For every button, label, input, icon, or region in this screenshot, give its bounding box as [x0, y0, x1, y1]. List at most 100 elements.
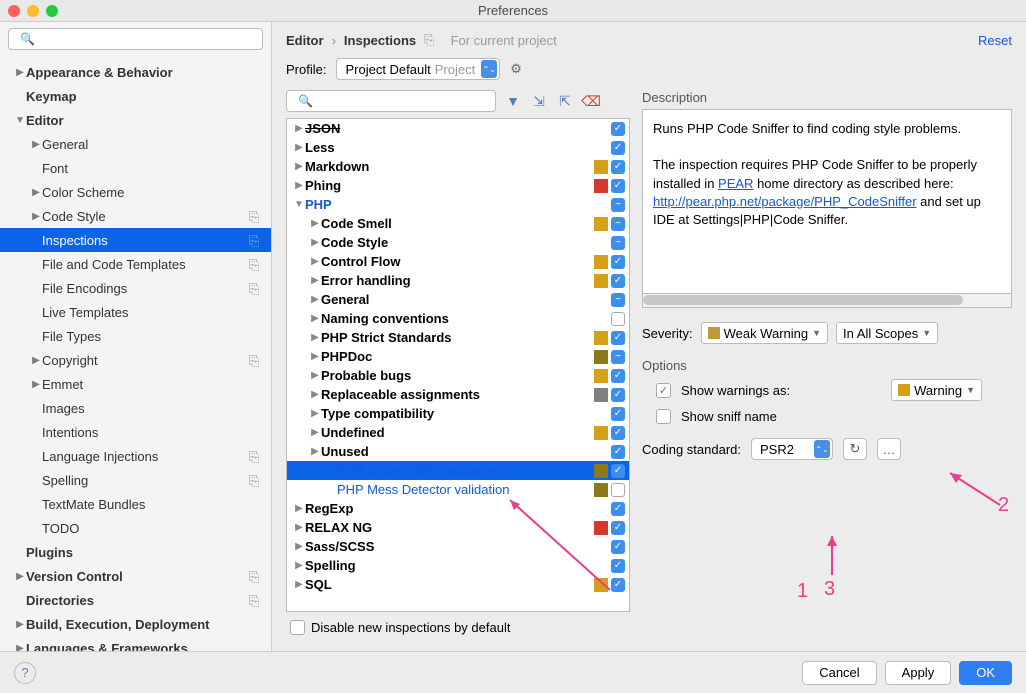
sidebar-item[interactable]: File Encodings⎘	[0, 276, 271, 300]
inspection-checkbox[interactable]: ✓	[611, 369, 625, 383]
sidebar-item[interactable]: ▶Copyright⎘	[0, 348, 271, 372]
profile-select[interactable]: Project Default Project ⌃⌄	[336, 58, 500, 80]
description-scrollbar[interactable]	[642, 294, 1012, 308]
sidebar-item[interactable]: ▼Editor	[0, 108, 271, 132]
inspection-row[interactable]: ▶RegExp✓	[287, 499, 629, 518]
apply-button[interactable]: Apply	[885, 661, 952, 685]
codesniffer-link[interactable]: http://pear.php.net/package/PHP_CodeSnif…	[653, 194, 917, 209]
inspection-checkbox[interactable]: ✓	[611, 274, 625, 288]
inspection-checkbox[interactable]: ✓	[611, 559, 625, 573]
inspection-row[interactable]: ▶Type compatibility✓	[287, 404, 629, 423]
sidebar-item[interactable]: Language Injections⎘	[0, 444, 271, 468]
inspection-row[interactable]: PHP Code Sniffer validation✓	[287, 461, 629, 480]
sidebar-item[interactable]: Keymap	[0, 84, 271, 108]
sidebar-item[interactable]: ▶General	[0, 132, 271, 156]
inspection-checkbox[interactable]: −	[611, 293, 625, 307]
refresh-button[interactable]: ↻	[843, 438, 867, 460]
show-sniff-checkbox[interactable]	[656, 409, 671, 424]
close-window-button[interactable]	[8, 5, 20, 17]
reset-link[interactable]: Reset	[978, 33, 1012, 48]
sidebar-item[interactable]: ▶Emmet	[0, 372, 271, 396]
inspection-row[interactable]: PHP Mess Detector validation	[287, 480, 629, 499]
warning-level-select[interactable]: Warning ▼	[891, 379, 982, 401]
inspection-row[interactable]: ▶Error handling✓	[287, 271, 629, 290]
sidebar-tree[interactable]: ▶Appearance & BehaviorKeymap▼Editor▶Gene…	[0, 56, 271, 651]
inspection-row[interactable]: ▶Phing✓	[287, 176, 629, 195]
sidebar-item[interactable]: TextMate Bundles	[0, 492, 271, 516]
inspection-checkbox[interactable]: ✓	[611, 122, 625, 136]
disable-new-checkbox[interactable]	[290, 620, 305, 635]
collapse-all-icon[interactable]: ⇱	[556, 92, 574, 110]
inspection-row[interactable]: ▶Naming conventions	[287, 309, 629, 328]
inspection-row[interactable]: ▶Markdown✓	[287, 157, 629, 176]
sidebar-search-input[interactable]	[8, 28, 263, 50]
inspection-checkbox[interactable]: −	[611, 236, 625, 250]
inspection-row[interactable]: ▶Probable bugs✓	[287, 366, 629, 385]
sidebar-item[interactable]: ▶Build, Execution, Deployment	[0, 612, 271, 636]
inspection-row[interactable]: ▶Control Flow✓	[287, 252, 629, 271]
sidebar-item[interactable]: Images	[0, 396, 271, 420]
inspection-row[interactable]: ▶Spelling✓	[287, 556, 629, 575]
inspection-checkbox[interactable]: ✓	[611, 445, 625, 459]
sidebar-item[interactable]: Live Templates	[0, 300, 271, 324]
inspection-checkbox[interactable]: ✓	[611, 179, 625, 193]
inspection-checkbox[interactable]: ✓	[611, 502, 625, 516]
sidebar-item[interactable]: File and Code Templates⎘	[0, 252, 271, 276]
sidebar-item[interactable]: ▶Version Control⎘	[0, 564, 271, 588]
breadcrumb-root[interactable]: Editor	[286, 33, 324, 48]
inspection-row[interactable]: ▶PHP Strict Standards✓	[287, 328, 629, 347]
coding-standard-select[interactable]: PSR2 ⌃⌄	[751, 438, 833, 460]
sidebar-item[interactable]: ▶Color Scheme	[0, 180, 271, 204]
inspection-tree[interactable]: ▶JSON✓▶Less✓▶Markdown✓▶Phing✓▼PHP−▶Code …	[286, 118, 630, 612]
zoom-window-button[interactable]	[46, 5, 58, 17]
inspection-search-input[interactable]	[286, 90, 496, 112]
help-button[interactable]: ?	[14, 662, 36, 684]
severity-select[interactable]: Weak Warning ▼	[701, 322, 828, 344]
sidebar-item[interactable]: File Types	[0, 324, 271, 348]
sidebar-item[interactable]: Spelling⎘	[0, 468, 271, 492]
inspection-checkbox[interactable]: ✓	[611, 141, 625, 155]
sidebar-item[interactable]: Directories⎘	[0, 588, 271, 612]
expand-all-icon[interactable]: ⇲	[530, 92, 548, 110]
sidebar-item[interactable]: Plugins	[0, 540, 271, 564]
inspection-checkbox[interactable]: ✓	[611, 388, 625, 402]
pear-link[interactable]: PEAR	[718, 176, 753, 191]
scope-select[interactable]: In All Scopes ▼	[836, 322, 938, 344]
gear-icon[interactable]: ⚙	[510, 61, 522, 77]
inspection-checkbox[interactable]: ✓	[611, 521, 625, 535]
inspection-row[interactable]: ▶Unused✓	[287, 442, 629, 461]
inspection-checkbox[interactable]	[611, 483, 625, 497]
inspection-row[interactable]: ▶Code Style−	[287, 233, 629, 252]
sidebar-item[interactable]: ▶Appearance & Behavior	[0, 60, 271, 84]
inspection-row[interactable]: ▶RELAX NG✓	[287, 518, 629, 537]
inspection-checkbox[interactable]: ✓	[611, 540, 625, 554]
inspection-checkbox[interactable]: ✓	[611, 578, 625, 592]
inspection-row[interactable]: ▶JSON✓	[287, 119, 629, 138]
inspection-checkbox[interactable]: ✓	[611, 160, 625, 174]
minimize-window-button[interactable]	[27, 5, 39, 17]
sidebar-item[interactable]: Inspections⎘	[0, 228, 271, 252]
inspection-row[interactable]: ▶Undefined✓	[287, 423, 629, 442]
ok-button[interactable]: OK	[959, 661, 1012, 685]
inspection-checkbox[interactable]: ✓	[611, 407, 625, 421]
inspection-checkbox[interactable]	[611, 312, 625, 326]
inspection-row[interactable]: ▶Code Smell−	[287, 214, 629, 233]
inspection-row[interactable]: ▶PHPDoc−	[287, 347, 629, 366]
inspection-row[interactable]: ▶Less✓	[287, 138, 629, 157]
inspection-checkbox[interactable]: −	[611, 198, 625, 212]
inspection-checkbox[interactable]: ✓	[611, 464, 625, 478]
inspection-checkbox[interactable]: ✓	[611, 331, 625, 345]
inspection-row[interactable]: ▼PHP−	[287, 195, 629, 214]
inspection-checkbox[interactable]: ✓	[611, 426, 625, 440]
sidebar-item[interactable]: ▶Code Style⎘	[0, 204, 271, 228]
sidebar-item[interactable]: Intentions	[0, 420, 271, 444]
filter-icon[interactable]: ▼	[504, 92, 522, 110]
sidebar-item[interactable]: ▶Languages & Frameworks	[0, 636, 271, 651]
inspection-checkbox[interactable]: ✓	[611, 255, 625, 269]
inspection-checkbox[interactable]: −	[611, 350, 625, 364]
inspection-row[interactable]: ▶SQL✓	[287, 575, 629, 594]
inspection-row[interactable]: ▶Replaceable assignments✓	[287, 385, 629, 404]
cancel-button[interactable]: Cancel	[802, 661, 876, 685]
inspection-row[interactable]: ▶General−	[287, 290, 629, 309]
sidebar-item[interactable]: Font	[0, 156, 271, 180]
